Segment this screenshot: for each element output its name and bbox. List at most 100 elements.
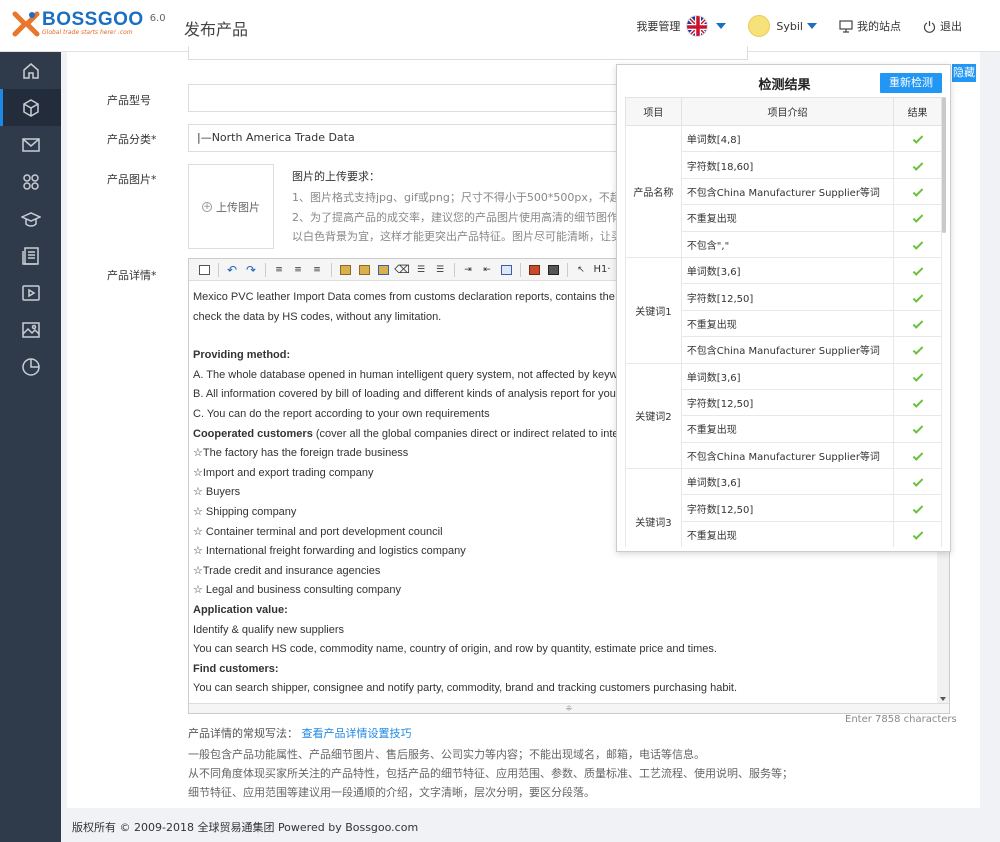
paste-text-icon[interactable] bbox=[355, 262, 373, 278]
logo-brand-text: BOSSGOO bbox=[42, 9, 144, 30]
editor-line: You can search HS code, commodity name, … bbox=[193, 643, 717, 656]
check-icon bbox=[912, 423, 923, 435]
result-rule: 单词数[4,8] bbox=[680, 124, 895, 153]
image-label: 产品图片* bbox=[107, 173, 157, 186]
result-group-name: 产品名称 bbox=[625, 125, 682, 258]
result-status bbox=[893, 336, 942, 364]
sidebar-item-images[interactable] bbox=[0, 311, 61, 348]
result-status bbox=[893, 468, 942, 496]
username: Sybil bbox=[776, 19, 803, 33]
result-group-name: 关键词3 bbox=[625, 468, 682, 547]
tips-link[interactable]: 查看产品详情设置技巧 bbox=[302, 727, 412, 740]
sidebar-item-news[interactable] bbox=[0, 237, 61, 274]
previous-field[interactable] bbox=[188, 46, 748, 60]
editor-resize-handle[interactable]: ⁜ bbox=[189, 703, 949, 713]
redo-icon[interactable]: ↷ bbox=[242, 262, 260, 278]
sidebar-item-home[interactable] bbox=[0, 52, 61, 89]
align-center-icon[interactable]: ≡ bbox=[289, 262, 307, 278]
sidebar-item-products[interactable] bbox=[0, 89, 61, 126]
result-row: 关键词3 单词数[3,6] bbox=[625, 468, 942, 547]
mail-icon bbox=[21, 137, 40, 152]
top-bar: BOSSGOO Global trade starts here! .com 6… bbox=[0, 0, 1000, 52]
upload-image-button[interactable]: + 上传图片 bbox=[188, 164, 274, 249]
avatar bbox=[748, 15, 771, 37]
my-site-link[interactable]: 我的站点 bbox=[839, 18, 901, 34]
result-row: 关键词1 单词数[3,6] bbox=[625, 256, 942, 364]
bossgoo-logo[interactable]: BOSSGOO Global trade starts here! .com 6… bbox=[12, 10, 166, 42]
logout-button[interactable]: 退出 bbox=[923, 18, 962, 34]
manage-label: 我要管理 bbox=[636, 20, 681, 33]
heading-dropdown[interactable]: H1· bbox=[591, 262, 613, 278]
image-icon bbox=[21, 321, 40, 338]
result-status bbox=[893, 230, 942, 258]
check-icon bbox=[912, 450, 923, 461]
check-icon bbox=[912, 529, 923, 540]
upload-rule: 1、图片格式支持jpg、gif或png；尺寸不得小于500*500px，不超过1… bbox=[292, 191, 622, 204]
table-icon[interactable] bbox=[497, 262, 515, 278]
outdent-icon[interactable]: ⇤ bbox=[478, 262, 496, 278]
result-group-name: 关键词2 bbox=[625, 362, 682, 470]
undo-icon[interactable]: ↶ bbox=[223, 262, 241, 278]
select-cursor-icon[interactable]: ↖ bbox=[572, 262, 590, 278]
check-result-panel: 检测结果 重新检测 项目 项目介绍 结果 产品名称 单词数[4,8] 字符数[18,… bbox=[616, 64, 951, 552]
result-row: 关键词2 单词数[3,6] bbox=[625, 362, 942, 470]
paste-icon[interactable] bbox=[336, 262, 354, 278]
check-icon bbox=[912, 133, 923, 144]
result-status bbox=[893, 151, 942, 179]
chevron-down-icon bbox=[716, 23, 727, 29]
result-rule: 单词数[3,6] bbox=[680, 362, 895, 390]
detail-label: 产品详情* bbox=[107, 269, 157, 282]
eraser-icon[interactable]: ⌫ bbox=[393, 262, 411, 278]
hide-panel-button[interactable]: 隐藏 bbox=[952, 64, 976, 82]
editor-bold-text: Cooperated customers bbox=[193, 427, 313, 440]
result-status bbox=[893, 520, 942, 547]
result-status bbox=[893, 256, 942, 285]
tips-line: 从不同角度体现买家所关注的产品特性，包括产品的细节特征、应用范围、参数、质量标准… bbox=[188, 767, 793, 780]
result-rule: 不包含China Manufacturer Supplier等词 bbox=[680, 336, 895, 364]
check-icon bbox=[912, 476, 923, 488]
result-rule: 字符数[12,50] bbox=[680, 388, 895, 417]
check-result-table: 项目 项目介绍 结果 产品名称 单词数[4,8] 字符数[18,60] 不包含Chin… bbox=[625, 97, 942, 547]
scroll-down-icon[interactable] bbox=[940, 697, 946, 701]
upload-requirements-title: 图片的上传要求： bbox=[292, 170, 380, 183]
result-rule: 不重复出现 bbox=[680, 415, 895, 443]
manage-menu[interactable]: 我要管理 bbox=[636, 15, 727, 37]
category-label: 产品分类* bbox=[107, 133, 157, 146]
insert-image-icon[interactable] bbox=[525, 262, 543, 278]
recheck-button[interactable]: 重新检测 bbox=[880, 73, 942, 93]
panel-scrollbar[interactable] bbox=[942, 97, 946, 233]
editor-line: You can search shipper, consignee and no… bbox=[193, 682, 737, 695]
indent-icon[interactable]: ⇥ bbox=[459, 262, 477, 278]
sidebar-item-learning[interactable] bbox=[0, 200, 61, 237]
monitor-icon bbox=[839, 19, 853, 33]
insert-media-icon[interactable] bbox=[544, 262, 562, 278]
editor-line: Find customers: bbox=[193, 662, 279, 675]
result-status bbox=[893, 177, 942, 206]
paste-word-icon[interactable] bbox=[374, 262, 392, 278]
check-icon bbox=[912, 291, 923, 303]
user-menu[interactable]: Sybil bbox=[748, 15, 817, 37]
editor-line: Application value: bbox=[193, 603, 288, 616]
unordered-list-icon[interactable]: ☰ bbox=[431, 262, 449, 278]
source-icon[interactable] bbox=[195, 262, 213, 278]
editor-text: (cover all the global companies direct o… bbox=[312, 427, 635, 440]
sidebar-item-messages[interactable] bbox=[0, 126, 61, 163]
result-rule: 不包含"," bbox=[680, 230, 895, 258]
sidebar-item-video[interactable] bbox=[0, 274, 61, 311]
check-icon bbox=[912, 212, 923, 224]
result-rule: 单词数[3,6] bbox=[680, 256, 895, 285]
sidebar-item-apps[interactable] bbox=[0, 163, 61, 200]
check-icon bbox=[912, 159, 923, 171]
sidebar-item-stats[interactable] bbox=[0, 348, 61, 385]
news-icon bbox=[21, 246, 39, 265]
upload-label: 上传图片 bbox=[216, 200, 260, 214]
tips-line: 一般包含产品功能属性、产品细节图片、售后服务、公司实力等内容；不能出现域名，邮箱… bbox=[188, 748, 705, 761]
align-left-icon[interactable]: ≡ bbox=[270, 262, 288, 278]
check-icon bbox=[912, 265, 923, 276]
result-rule: 不包含China Manufacturer Supplier等词 bbox=[680, 177, 895, 206]
logo-tagline: Global trade starts here! .com bbox=[42, 29, 133, 36]
uk-flag-icon bbox=[686, 15, 709, 37]
align-right-icon[interactable]: ≡ bbox=[308, 262, 326, 278]
ordered-list-icon[interactable]: ☰ bbox=[412, 262, 430, 278]
result-status bbox=[893, 204, 942, 232]
